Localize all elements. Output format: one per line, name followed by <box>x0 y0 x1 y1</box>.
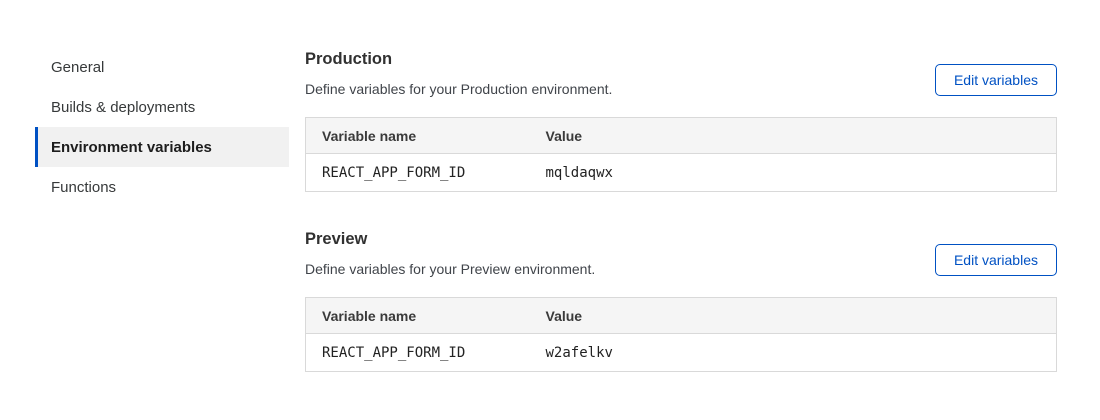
column-header-variable-name: Variable name <box>306 118 530 154</box>
variable-value-cell: mqldaqwx <box>530 154 1057 192</box>
sidebar-item-label: Builds & deployments <box>51 99 195 116</box>
table-row: REACT_APP_FORM_ID mqldaqwx <box>306 154 1057 192</box>
sidebar-item-functions[interactable]: Functions <box>35 167 289 207</box>
preview-variables-table: Variable name Value REACT_APP_FORM_ID w2… <box>305 297 1057 372</box>
sidebar-item-label: Functions <box>51 179 116 196</box>
sidebar-item-general[interactable]: General <box>35 47 289 87</box>
production-variables-table: Variable name Value REACT_APP_FORM_ID mq… <box>305 117 1057 192</box>
sidebar-item-builds-deployments[interactable]: Builds & deployments <box>35 87 289 127</box>
preview-edit-variables-button[interactable]: Edit variables <box>935 244 1057 276</box>
column-header-value: Value <box>530 298 1057 334</box>
variable-value-cell: w2afelkv <box>530 334 1057 372</box>
environment-variables-content: Production Define variables for your Pro… <box>305 0 1057 372</box>
production-edit-variables-button[interactable]: Edit variables <box>935 64 1057 96</box>
sidebar-item-label: Environment variables <box>51 139 212 156</box>
column-header-variable-name: Variable name <box>306 298 530 334</box>
production-section: Production Define variables for your Pro… <box>305 49 1057 192</box>
preview-section: Preview Define variables for your Previe… <box>305 229 1057 372</box>
sidebar-item-label: General <box>51 59 104 76</box>
variable-name-cell: REACT_APP_FORM_ID <box>306 334 530 372</box>
settings-page: General Builds & deployments Environment… <box>0 0 1100 372</box>
settings-sidebar: General Builds & deployments Environment… <box>35 0 289 372</box>
table-row: REACT_APP_FORM_ID w2afelkv <box>306 334 1057 372</box>
variable-name-cell: REACT_APP_FORM_ID <box>306 154 530 192</box>
table-header-row: Variable name Value <box>306 118 1057 154</box>
column-header-value: Value <box>530 118 1057 154</box>
sidebar-item-environment-variables[interactable]: Environment variables <box>35 127 289 167</box>
table-header-row: Variable name Value <box>306 298 1057 334</box>
